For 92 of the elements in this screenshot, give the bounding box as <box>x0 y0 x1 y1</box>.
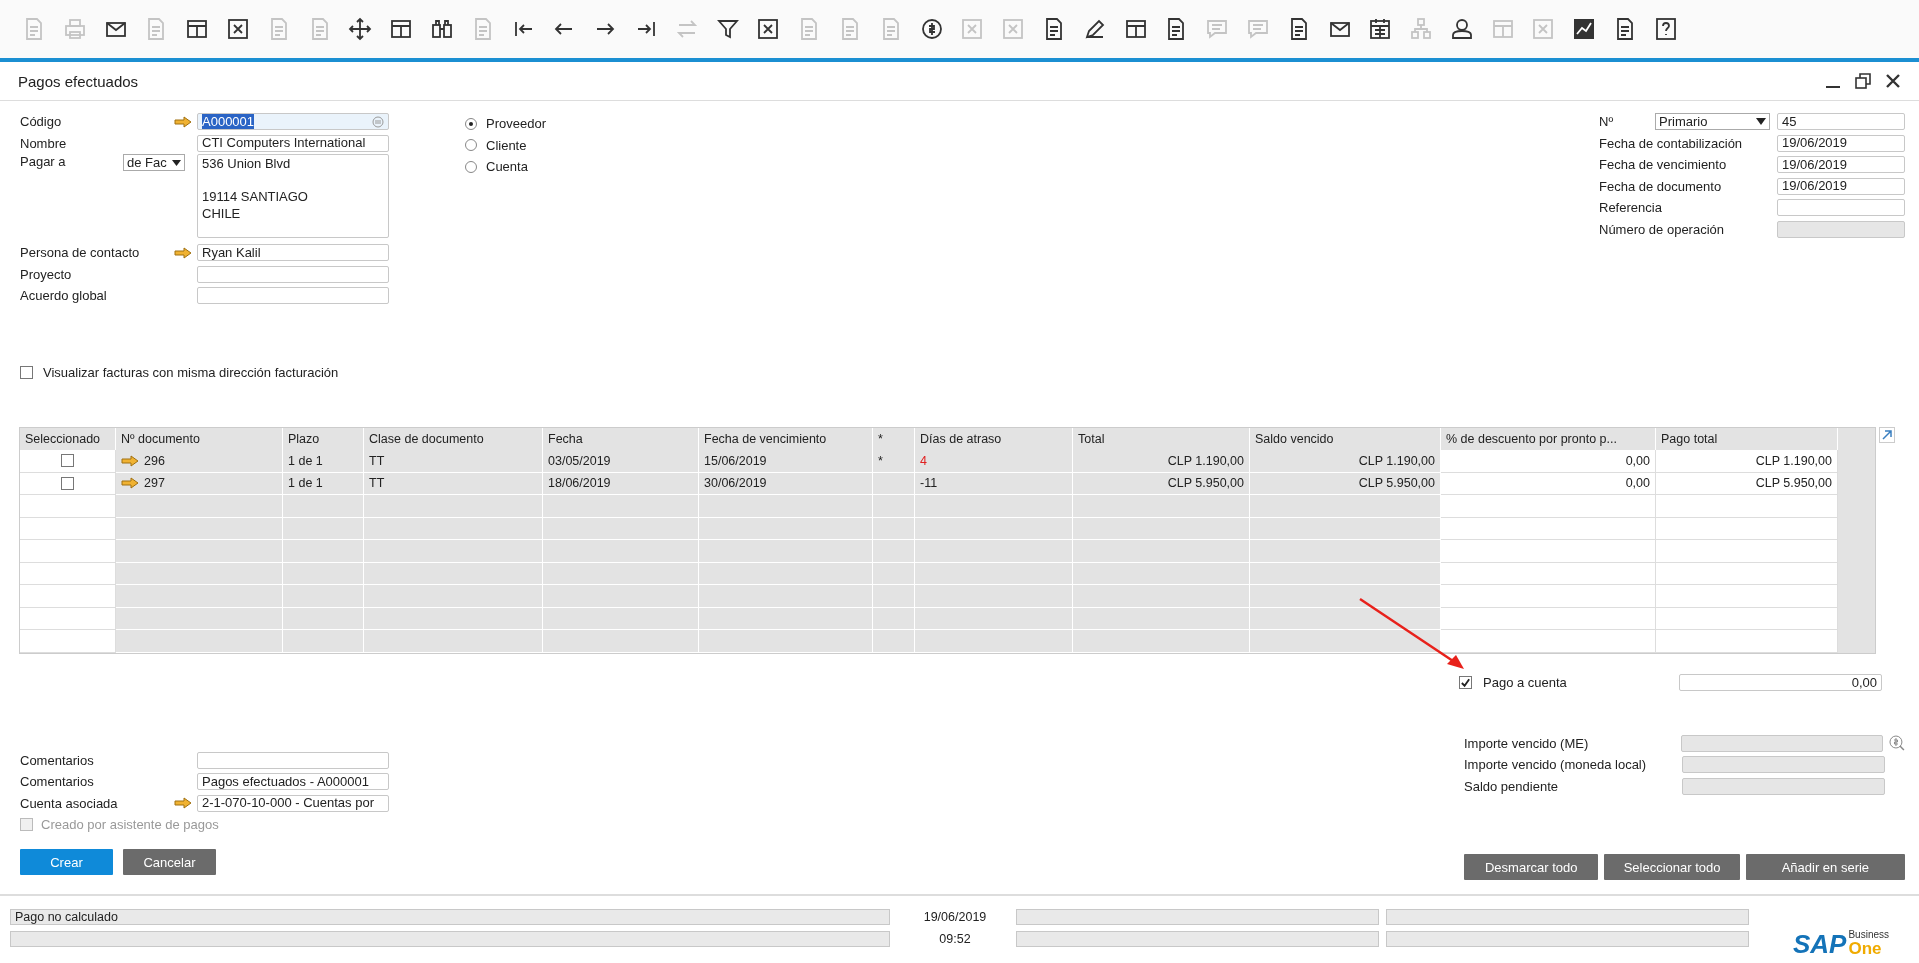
checkbox[interactable] <box>1459 676 1472 689</box>
cell-text: 03/05/2019 <box>548 453 611 468</box>
cell-text: CLP 1.190,00 <box>1358 453 1435 468</box>
document-number: 296 <box>144 453 165 468</box>
cell-text: 30/06/2019 <box>704 476 767 491</box>
link-arrow-icon[interactable] <box>121 477 139 490</box>
comments-field[interactable] <box>197 751 389 769</box>
radio-label: Proveedor <box>486 116 546 132</box>
action-button[interactable]: Seleccionar todo <box>1604 854 1740 880</box>
field-label: Importe vencido (moneda local) <box>1464 757 1648 773</box>
dropdown-caret-icon <box>172 159 181 166</box>
cell-text: 15/06/2019 <box>704 453 767 468</box>
checkbox-label: Visualizar facturas con misma dirección facturación <box>43 364 339 380</box>
expand-icon[interactable] <box>1879 426 1895 443</box>
cell-text: * <box>878 453 883 468</box>
input-field[interactable]: 19/06/2019 <box>1777 177 1905 195</box>
contact-field[interactable]: Ryan Kalil <box>197 244 389 262</box>
table-cell <box>873 562 915 585</box>
coin-icon[interactable] <box>1889 735 1905 752</box>
field-label: Referencia <box>1599 200 1663 216</box>
agreement-field[interactable] <box>197 287 389 305</box>
radio-label: Cuenta <box>486 159 528 175</box>
pay-to-dropdown[interactable]: de Fac <box>123 154 185 171</box>
table-cell <box>873 495 915 518</box>
name-field[interactable]: CTI Computers International <box>197 134 389 152</box>
cell-text: TT <box>369 476 385 491</box>
project-field[interactable] <box>197 265 389 283</box>
cell-text: CLP 1.190,00 <box>1167 453 1244 468</box>
cell-text: 1 de 1 <box>288 453 323 468</box>
dropdown-caret-icon <box>1756 118 1766 126</box>
cell-text: 0,00 <box>1625 476 1650 491</box>
field-label: Acuerdo global <box>20 288 108 304</box>
field-label: Fecha de vencimiento <box>1599 157 1728 173</box>
cell-text: CLP 1.190,00 <box>1755 453 1832 468</box>
link-arrow-icon[interactable] <box>174 797 192 810</box>
document-number: 297 <box>144 476 165 491</box>
checkbox[interactable] <box>20 365 33 379</box>
field-label: Pagar a <box>20 154 67 169</box>
field-label: Número de operación <box>1599 221 1726 237</box>
field-label: Saldo pendiente <box>1464 778 1559 794</box>
field-label: Importe vencido (ME) <box>1464 735 1590 751</box>
restore-icon[interactable] <box>1855 73 1871 89</box>
link-arrow-icon[interactable] <box>174 246 192 259</box>
cell-text: CLP 5.950,00 <box>1167 476 1244 491</box>
address-field[interactable]: 536 Union Blvd 19114 SANTIAGO CHILE <box>197 154 389 238</box>
series-dropdown[interactable]: Primario <box>1655 113 1770 131</box>
table-cell <box>873 607 915 630</box>
field-label: Fecha de contabilización <box>1599 135 1744 151</box>
field-label: Nº <box>1599 114 1615 130</box>
checkbox-label: Creado por asistente de pagos <box>41 817 219 832</box>
link-arrow-icon[interactable] <box>121 454 139 467</box>
table-cell <box>873 517 915 540</box>
status-date: 19/06/2019 <box>922 910 988 924</box>
link-arrow-icon[interactable] <box>174 115 192 128</box>
field-label: Cuenta asociada <box>20 795 119 811</box>
amount-field[interactable]: 0,00 <box>1679 674 1882 691</box>
input-field[interactable]: 19/06/2019 <box>1777 156 1905 174</box>
action-button[interactable]: Cancelar <box>123 849 216 875</box>
cell-text: CLP 5.950,00 <box>1755 476 1832 491</box>
field-label: Código <box>20 114 63 130</box>
close-icon[interactable] <box>1885 73 1901 89</box>
number-field[interactable]: 45 <box>1777 113 1905 131</box>
days-overdue: -11 <box>920 476 938 491</box>
account-field[interactable]: 2-1-070-10-000 - Cuentas por <box>197 794 389 812</box>
table-cell <box>873 540 915 563</box>
cell-text: TT <box>369 453 385 468</box>
table-cell <box>873 585 915 608</box>
radio-label: Cliente <box>486 137 527 153</box>
row-checkbox[interactable] <box>61 454 74 468</box>
field-label: Proyecto <box>20 266 73 282</box>
code-field[interactable]: A000001 <box>197 113 389 131</box>
field-label: Fecha de documento <box>1599 178 1723 194</box>
field-label: Comentarios <box>20 774 95 790</box>
field-label: Nombre <box>20 135 68 151</box>
cell-text: 0,00 <box>1625 453 1650 468</box>
input-field[interactable] <box>1777 199 1905 217</box>
input-field[interactable]: 19/06/2019 <box>1777 134 1905 152</box>
days-overdue: 4 <box>920 453 927 468</box>
field-label: Persona de contacto <box>20 245 141 261</box>
action-button[interactable]: Crear <box>20 849 113 875</box>
comments-field[interactable]: Pagos efectuados - A000001 <box>197 773 389 791</box>
status-time: 09:52 <box>938 932 972 946</box>
cell-text: CLP 5.950,00 <box>1358 476 1435 491</box>
status-message: Pago no calculado <box>10 909 890 925</box>
window-title: Pagos efectuados <box>18 72 139 90</box>
row-checkbox[interactable] <box>61 476 74 490</box>
field-label: Comentarios <box>20 752 95 768</box>
action-button[interactable]: Desmarcar todo <box>1464 854 1599 880</box>
action-button[interactable]: Añadir en serie <box>1745 854 1905 880</box>
cell-text: 1 de 1 <box>288 476 323 491</box>
checkbox-label: Pago a cuenta <box>1483 675 1568 690</box>
cell-text: 18/06/2019 <box>548 476 611 491</box>
